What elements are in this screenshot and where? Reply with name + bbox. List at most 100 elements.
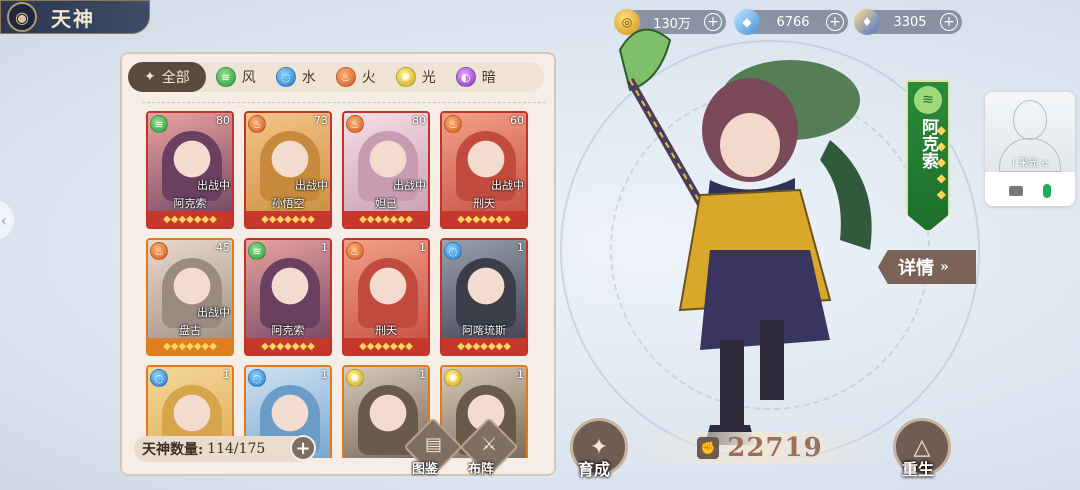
- microphone-icon[interactable]: [1043, 184, 1051, 198]
- hero-card-status: 出战中: [197, 179, 230, 192]
- fire-element-icon: ♨: [444, 115, 462, 133]
- filter-dark[interactable]: ◐ 暗: [446, 62, 506, 92]
- hero-card-status: 出战中: [295, 179, 328, 192]
- water-element-icon: ◌: [275, 67, 296, 87]
- filter-wind-label: 风: [241, 70, 256, 86]
- hero-card-scroll-area[interactable]: ≋ 80 出战中 阿克索 ◆◆◆◆◆◆◆ ♨ 73 出战中 孙悟空 ◆◆◆◆◆◆…: [142, 102, 546, 458]
- hero-name: 阿克索: [918, 118, 938, 169]
- hero-card-stars: ◆◆◆◆◆◆◆: [148, 211, 232, 227]
- call-controls: [985, 176, 1075, 206]
- eye-menu-icon[interactable]: ◉: [7, 2, 37, 32]
- hero-card-name: 阿喀琉斯: [462, 324, 506, 337]
- hero-card-level: 80: [412, 114, 426, 127]
- hero-card-level: 1: [419, 241, 426, 254]
- filter-fire-label: 火: [361, 70, 376, 86]
- element-filter-bar: ✦ 全部 ≋ 风 ◌ 水 ♨ 火 ✺ 光 ◐ 暗: [128, 62, 544, 92]
- hero-card-level: 80: [216, 114, 230, 127]
- water-element-icon: ◌: [150, 369, 168, 387]
- hero-card-status: 出战中: [197, 306, 230, 319]
- develop-label: 育成: [578, 460, 611, 479]
- dark-element-icon: ◐: [455, 67, 476, 87]
- hero-count-value: 114/175: [207, 441, 266, 457]
- filter-all[interactable]: ✦ 全部: [128, 62, 206, 92]
- hero-card-name: 刑天: [375, 324, 397, 337]
- light-element-icon: ✺: [346, 369, 364, 387]
- hero-card-name: 孙悟空: [271, 197, 305, 210]
- hero-count: 天神数量: 114/175 +: [134, 435, 316, 462]
- hero-portrait: [260, 258, 320, 328]
- filter-fire[interactable]: ♨ 火: [326, 62, 386, 92]
- hero-card-name: 阿克索: [271, 324, 305, 337]
- hero-card-level: 1: [517, 241, 524, 254]
- camera-icon[interactable]: [1009, 186, 1023, 196]
- hero-card-level: 1: [223, 368, 230, 381]
- hero-card-stars: ◆◆◆◆◆◆◆: [442, 338, 526, 354]
- rebirth-label: 重生: [902, 460, 935, 479]
- hero-card[interactable]: ♨ 73 出战中 孙悟空 ◆◆◆◆◆◆◆: [244, 111, 332, 229]
- hero-power-value: 22719: [727, 433, 823, 463]
- crossed-swords-icon: ⚔: [481, 434, 498, 455]
- hero-portrait: [358, 258, 418, 328]
- hero-card[interactable]: ≋ 80 出战中 阿克索 ◆◆◆◆◆◆◆: [146, 111, 234, 229]
- water-element-icon: ◌: [248, 369, 266, 387]
- hero-card-stars: ◆◆◆◆◆◆◆: [246, 338, 330, 354]
- hero-card-stars: ◆◆◆◆◆◆◆: [344, 338, 428, 354]
- hero-card-stars: ◆◆◆◆◆◆◆: [344, 211, 428, 227]
- hero-illustration: [618, 28, 872, 445]
- filter-wind[interactable]: ≋ 风: [206, 62, 266, 92]
- hero-card-name: 刑天: [473, 197, 495, 210]
- water-element-icon: ◌: [444, 242, 462, 260]
- hero-card[interactable]: ◌ 1 阿喀琉斯 ◆◆◆◆◆◆◆: [440, 238, 528, 356]
- wind-element-icon: ≋: [150, 115, 168, 133]
- hero-portrait: [456, 258, 516, 328]
- book-icon: ▤: [425, 434, 443, 455]
- hero-name-banner: ≋ 阿克索 ◆ ◆ ◆ ◆ ◆: [906, 80, 950, 232]
- hero-card[interactable]: ♨ 60 出战中 刑天 ◆◆◆◆◆◆◆: [440, 111, 528, 229]
- filter-all-star-icon: ✦: [144, 69, 156, 85]
- hero-star-rating: ◆ ◆ ◆ ◆ ◆: [936, 123, 946, 201]
- light-element-icon: ✺: [444, 369, 462, 387]
- detail-button[interactable]: 详情 »: [878, 250, 976, 284]
- hero-card[interactable]: ♨ 1 刑天 ◆◆◆◆◆◆◆: [342, 238, 430, 356]
- add-potion-button[interactable]: +: [940, 13, 958, 31]
- filter-dark-label: 暗: [481, 70, 496, 86]
- hero-card-level: 1: [419, 368, 426, 381]
- light-element-icon: ✺: [395, 67, 416, 87]
- page-title: 天神: [51, 6, 95, 31]
- hero-count-label: 天神数量:: [142, 442, 204, 458]
- hero-card[interactable]: ♨ 45 出战中 盘古 ◆◆◆◆◆◆◆: [146, 238, 234, 356]
- detail-label: 详情: [898, 258, 934, 279]
- hero-card-level: 1: [517, 368, 524, 381]
- hero-list-panel: ✦ 全部 ≋ 风 ◌ 水 ♨ 火 ✺ 光 ◐ 暗 ≋ 80 出战中 阿克索 ◆◆…: [120, 52, 556, 477]
- filter-water-label: 水: [301, 70, 316, 86]
- hero-card-level: 1: [321, 368, 328, 381]
- caller-username: I 采光 e: [1012, 158, 1048, 169]
- hero-card-name: 妲己: [375, 197, 397, 210]
- hero-card[interactable]: ♨ 80 出战中 妲己 ◆◆◆◆◆◆◆: [342, 111, 430, 229]
- hero-card-stars: ◆◆◆◆◆◆◆: [148, 338, 232, 354]
- hero-card-stars: ◆◆◆◆◆◆◆: [246, 211, 330, 227]
- hero-card[interactable]: ≋ 1 阿克索 ◆◆◆◆◆◆◆: [244, 238, 332, 356]
- codex-label: 图鉴: [412, 462, 439, 477]
- filter-all-label: 全部: [161, 70, 190, 86]
- avatar-head: [1013, 100, 1047, 140]
- hero-card-grid: ≋ 80 出战中 阿克索 ◆◆◆◆◆◆◆ ♨ 73 出战中 孙悟空 ◆◆◆◆◆◆…: [142, 103, 546, 458]
- hero-card-status: 出战中: [393, 179, 426, 192]
- fire-element-icon: ♨: [248, 115, 266, 133]
- filter-light[interactable]: ✺ 光: [386, 62, 446, 92]
- double-chevron-right-icon: »: [940, 259, 949, 275]
- hero-card-level: 60: [510, 114, 524, 127]
- expand-capacity-button[interactable]: +: [290, 435, 316, 461]
- hero-card-name: 阿克索: [173, 197, 207, 210]
- hero-card-stars: ◆◆◆◆◆◆◆: [442, 211, 526, 227]
- filter-water[interactable]: ◌ 水: [266, 62, 326, 92]
- fist-icon: ✊: [697, 437, 720, 459]
- hero-power: ✊ 22719: [640, 432, 880, 464]
- wind-element-icon: ≋: [248, 242, 266, 260]
- hero-card-level: 45: [216, 241, 230, 254]
- hero-card-level: 1: [321, 241, 328, 254]
- expand-left-arrow-icon[interactable]: ‹: [0, 200, 14, 240]
- wind-emblem-icon: ≋: [914, 86, 942, 114]
- fire-element-icon: ♨: [346, 115, 364, 133]
- video-call-widget[interactable]: I 采光 e: [985, 92, 1075, 206]
